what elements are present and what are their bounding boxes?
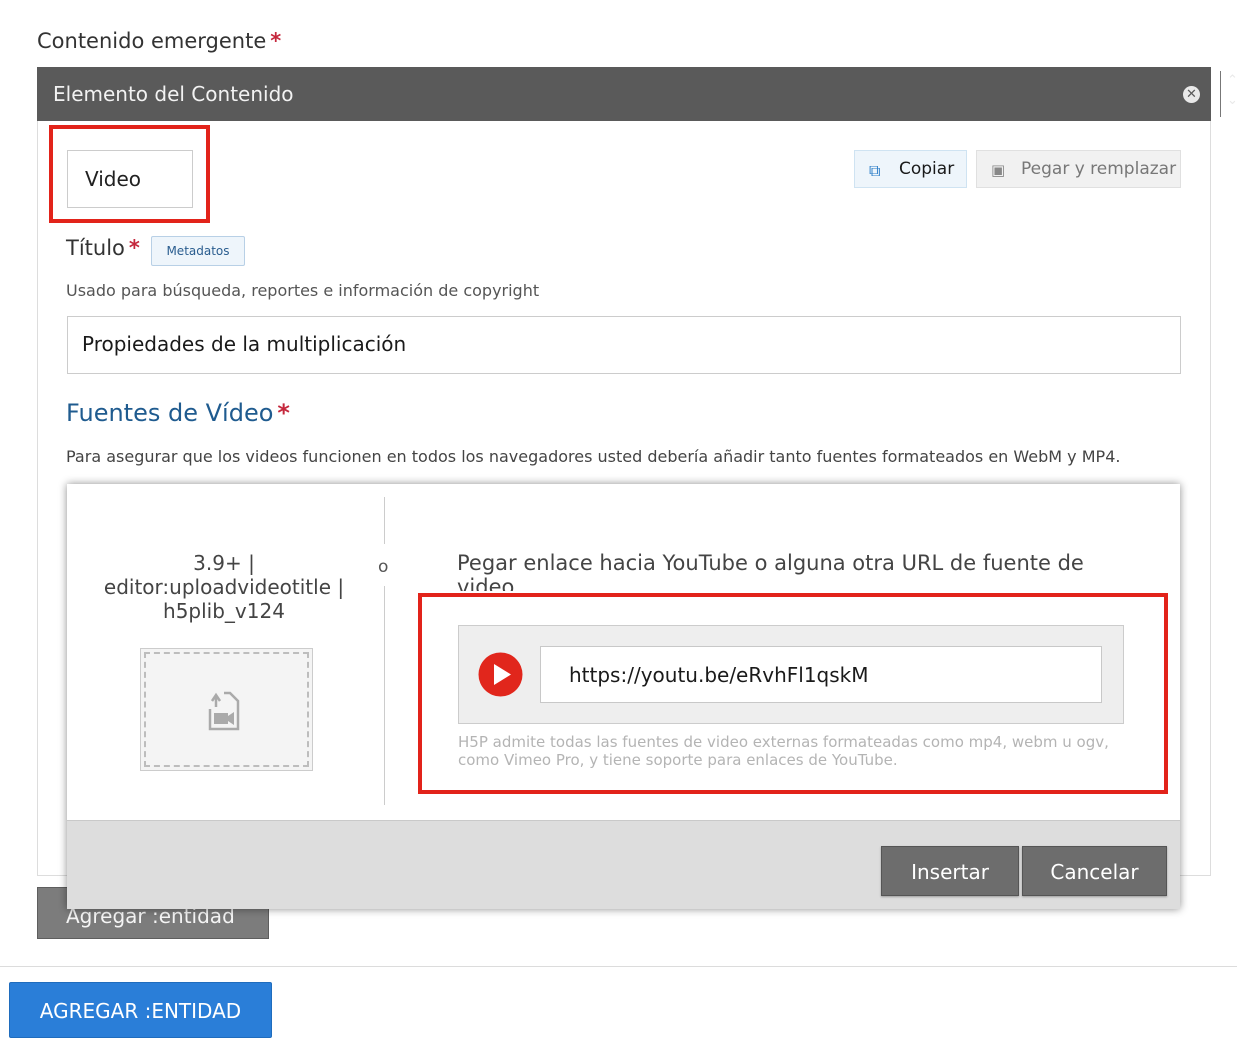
element-header[interactable]: Elemento del Contenido ✕ ⌃ ⌄ [37,67,1237,121]
field-label: Contenido emergente * [37,29,282,53]
copy-button[interactable]: ⧉ Copiar [854,150,967,188]
url-help-text: H5P admite todas las fuentes de video ex… [458,733,1109,769]
chevron-up-icon[interactable]: ⌃ [1227,73,1237,88]
titulo-input[interactable]: Propiedades de la multiplicación [67,316,1181,374]
paste-url-title: Pegar enlace hacia YouTube o alguna otra… [457,551,1084,591]
upload-title: 3.9+ | editor:uploadvideotitle | h5plib_… [103,551,345,623]
youtube-play-icon [478,652,523,697]
paste-label: Pegar y remplazar [1021,159,1177,179]
divider [384,497,385,544]
video-url-input[interactable]: https://youtu.be/eRvhFl1qskM [540,646,1102,703]
library-select[interactable]: Video [67,150,193,208]
or-separator: o [378,557,389,577]
close-circle-icon[interactable]: ✕ [1183,86,1200,103]
copy-label: Copiar [899,159,955,179]
upload-video-icon [208,691,240,731]
insert-button[interactable]: Insertar [881,846,1019,896]
element-header-title: Elemento del Contenido [53,82,294,106]
titulo-description: Usado para búsqueda, reportes e informac… [66,281,540,300]
chevron-down-icon[interactable]: ⌄ [1227,93,1237,108]
video-sources-description: Para asegurar que los videos funcionen e… [66,447,1121,466]
copy-icon: ⧉ [869,161,881,180]
metadata-button[interactable]: Metadatos [151,236,245,266]
add-entity-primary-button[interactable]: AGREGAR :ENTIDAD [9,982,272,1038]
video-sources-title: Fuentes de Vídeo * [66,399,290,427]
paste-replace-button[interactable]: ▣ Pegar y remplazar [976,150,1181,188]
clipboard-icon: ▣ [991,161,1006,179]
titulo-label: Título * [66,236,140,260]
required-mark: * [128,236,140,260]
required-mark: * [277,399,290,427]
required-mark: * [270,29,282,53]
order-buttons[interactable]: ⌃ ⌄ [1220,71,1237,117]
divider [384,586,385,805]
cancel-button[interactable]: Cancelar [1022,846,1167,896]
